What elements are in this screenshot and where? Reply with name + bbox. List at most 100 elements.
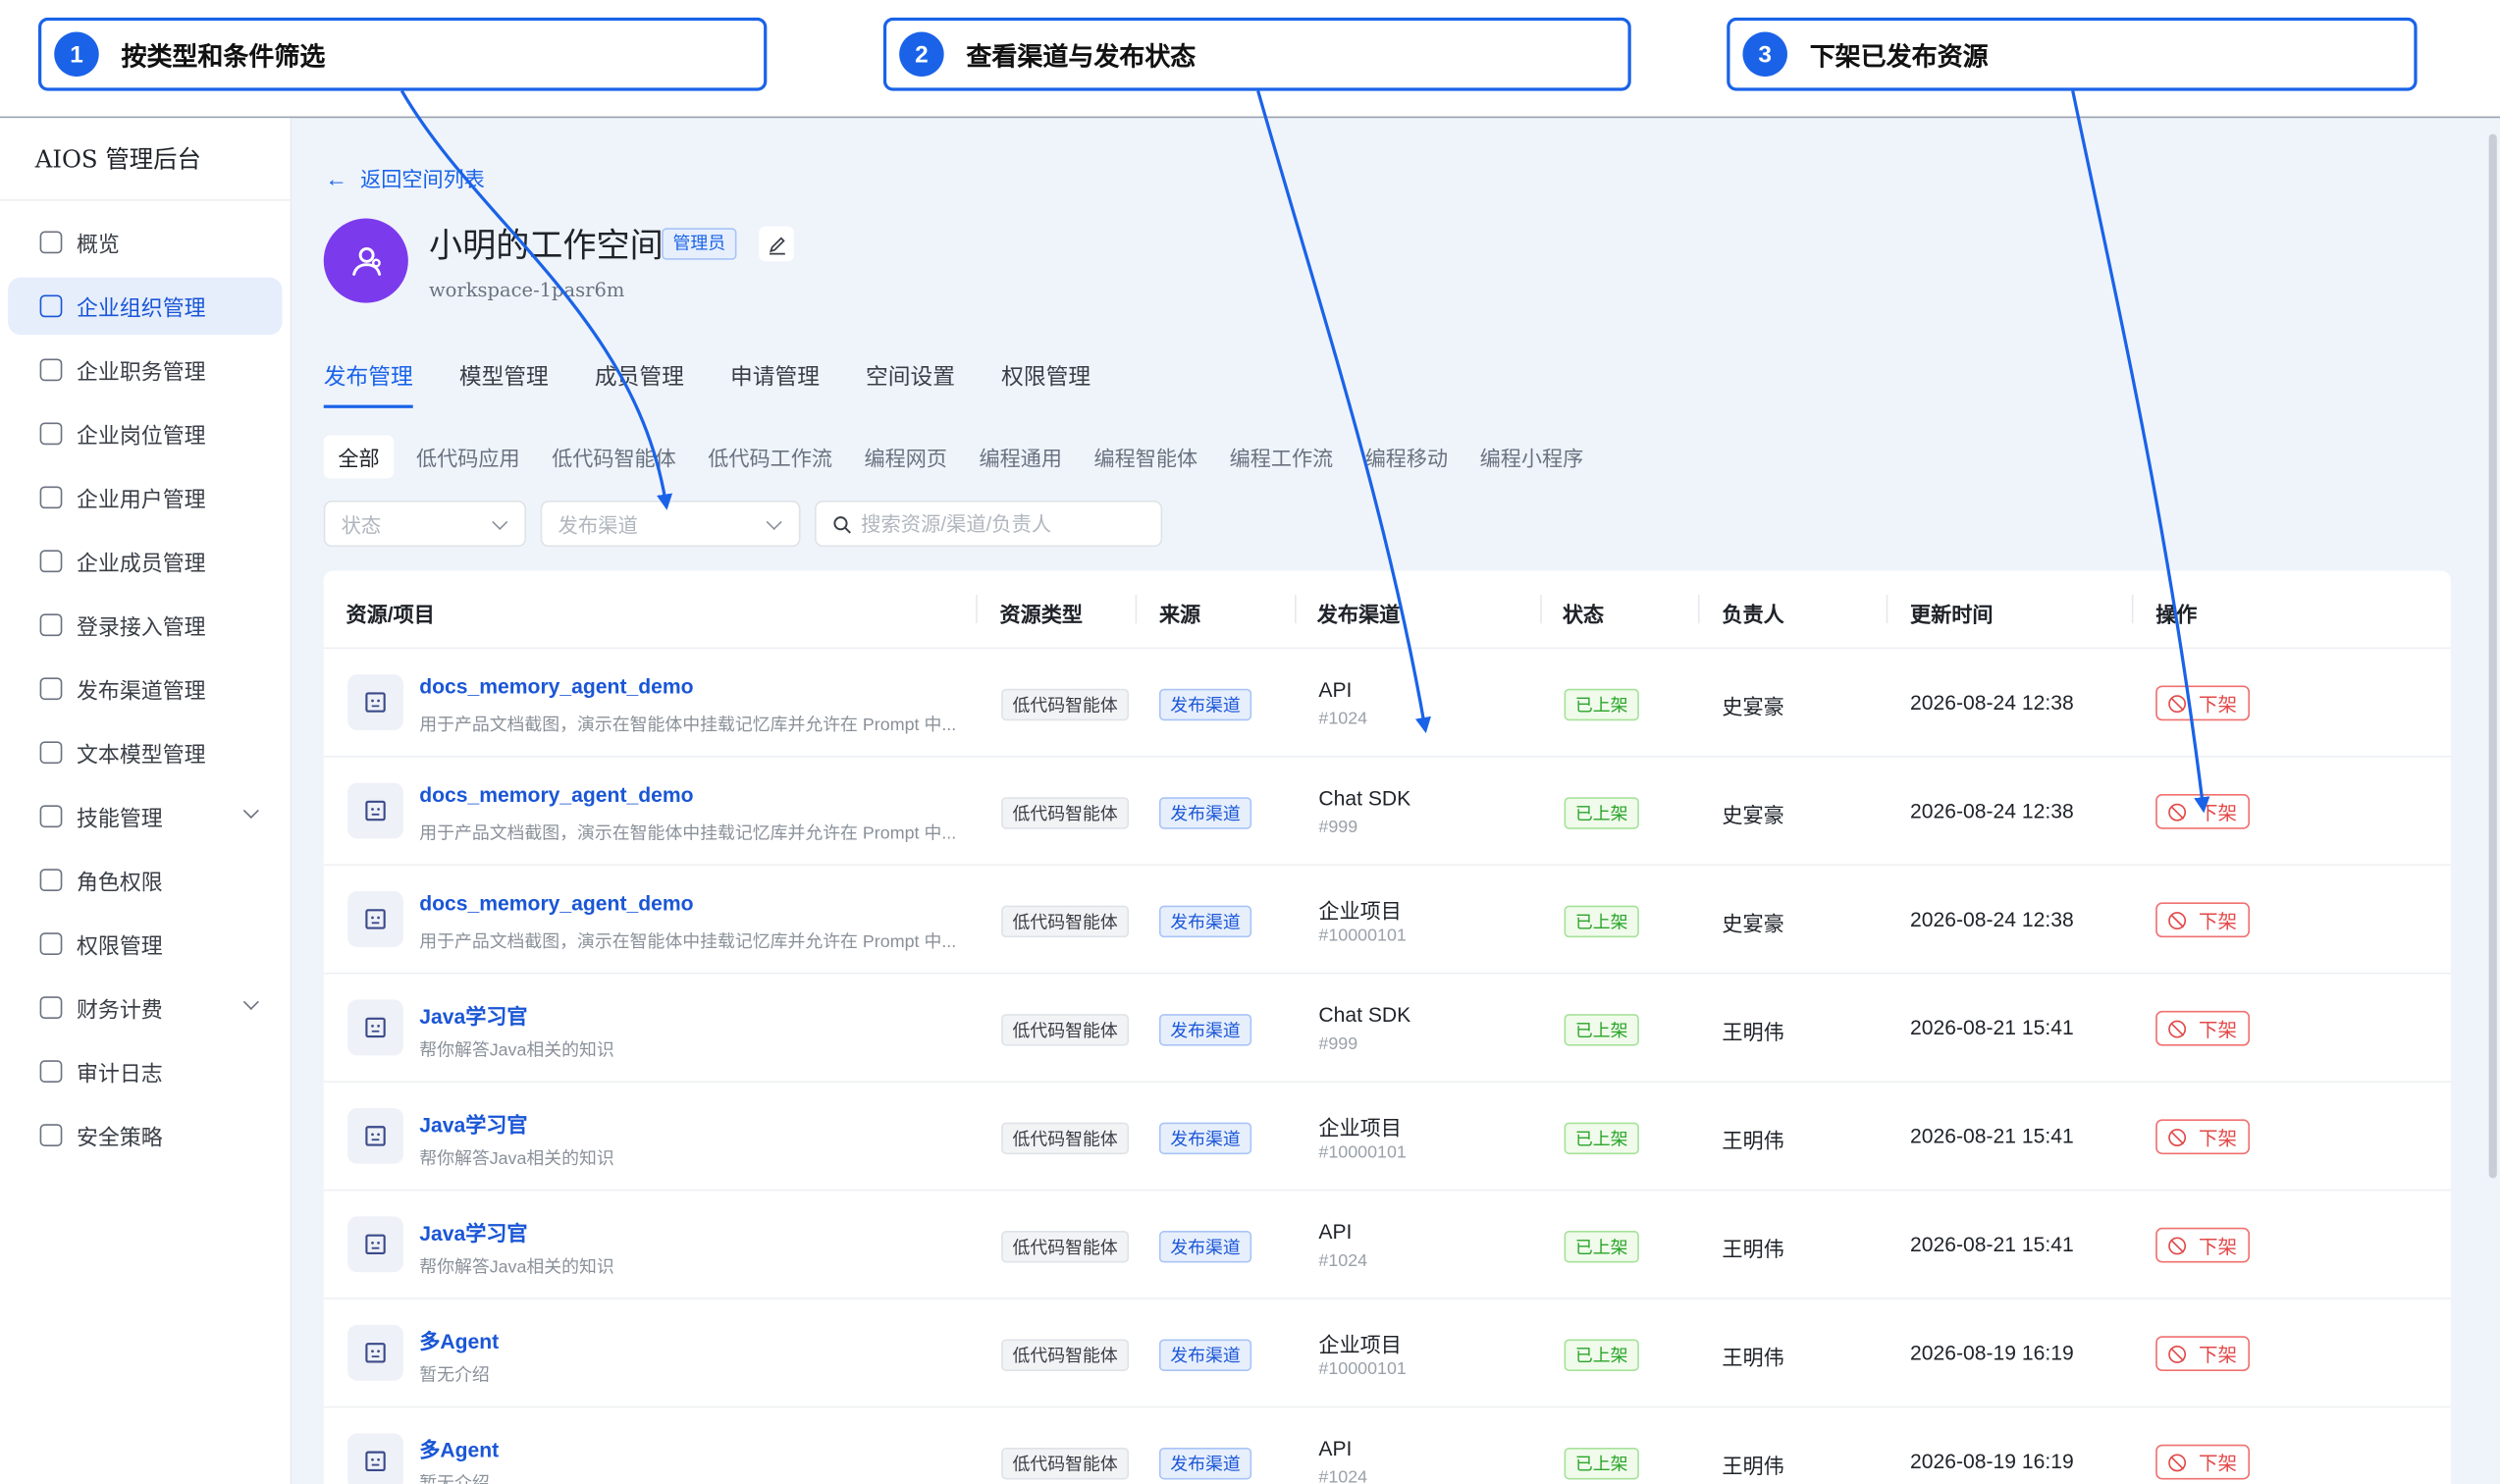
subtab-1[interactable]: 低代码应用 — [416, 442, 520, 472]
sidebar-item-label: 权限管理 — [76, 933, 163, 959]
channel-id: #1024 — [1318, 1251, 1368, 1271]
dashboard-icon — [39, 231, 63, 254]
sidebar-item-label: 角色权限 — [76, 870, 163, 895]
status-badge: 已上架 — [1564, 1447, 1639, 1480]
subtab-2[interactable]: 低代码智能体 — [552, 442, 676, 472]
resource-description: 用于产品文档截图，演示在智能体中挂载记忆库并允许在 Prompt 中... — [419, 716, 957, 735]
source-tag: 发布渠道 — [1158, 688, 1252, 721]
sidebar-item-8[interactable]: 文本模型管理 — [8, 723, 282, 780]
sidebar-item-14[interactable]: 安全策略 — [8, 1106, 282, 1163]
vertical-scrollbar[interactable] — [2488, 133, 2497, 1179]
users-icon — [39, 550, 63, 573]
column-divider — [1540, 594, 1542, 624]
subtab-3[interactable]: 低代码工作流 — [708, 442, 832, 472]
ban-icon — [2168, 802, 2187, 821]
sidebar-item-7[interactable]: 发布渠道管理 — [8, 661, 282, 717]
unpublish-button[interactable]: 下架 — [2155, 1336, 2251, 1371]
table-row: Java学习官 帮你解答Java相关的知识 低代码智能体 发布渠道 Chat SDK #9… — [323, 975, 2451, 1083]
sidebar-item-3[interactable]: 企业岗位管理 — [8, 405, 282, 462]
sidebar-item-6[interactable]: 登录接入管理 — [8, 597, 282, 654]
search-input[interactable] — [861, 512, 1148, 535]
chevron-down-icon — [242, 993, 259, 1010]
resource-name-link[interactable]: Java学习官 — [419, 999, 527, 1030]
owner-name: 王明伟 — [1722, 1237, 1784, 1261]
workspace-title: 小明的工作空间 — [428, 226, 664, 265]
shield-icon — [39, 869, 63, 892]
status-select[interactable]: 状态 — [323, 501, 527, 548]
document-icon — [39, 422, 63, 446]
subtab-7[interactable]: 编程工作流 — [1230, 442, 1334, 472]
sidebar-item-13[interactable]: 审计日志 — [8, 1042, 282, 1099]
resource-description: 帮你解答Java相关的知识 — [419, 1257, 614, 1278]
owner-name: 王明伟 — [1722, 1129, 1784, 1153]
tab-4[interactable]: 空间设置 — [866, 357, 955, 408]
agent-icon — [347, 1216, 403, 1273]
key-icon — [39, 932, 63, 956]
sidebar-item-9[interactable]: 技能管理 — [8, 787, 282, 844]
resource-type-tag: 低代码智能体 — [1001, 797, 1130, 829]
table-body: docs_memory_agent_demo 用于产品文档截图，演示在智能体中挂载… — [323, 649, 2451, 1484]
ban-icon — [2168, 1236, 2187, 1254]
unpublish-button[interactable]: 下架 — [2155, 1444, 2251, 1480]
status-badge: 已上架 — [1564, 1122, 1639, 1155]
channel-name: API — [1318, 1436, 1353, 1460]
step-1-text: 按类型和条件筛选 — [121, 44, 326, 73]
channel-select[interactable]: 发布渠道 — [540, 501, 801, 548]
unpublish-button[interactable]: 下架 — [2155, 1010, 2251, 1046]
sidebar-item-12[interactable]: 财务计费 — [8, 979, 282, 1035]
subtab-8[interactable]: 编程移动 — [1365, 442, 1448, 472]
tab-1[interactable]: 模型管理 — [459, 357, 549, 408]
resource-name-link[interactable]: Java学习官 — [419, 1108, 527, 1139]
channel-id: #999 — [1318, 818, 1358, 837]
resource-name-link[interactable]: docs_memory_agent_demo — [419, 891, 693, 915]
resource-name-link[interactable]: docs_memory_agent_demo — [419, 783, 693, 807]
unpublish-button[interactable]: 下架 — [2155, 685, 2251, 721]
step-3-text: 下架已发布资源 — [1809, 44, 1989, 73]
unpublish-button[interactable]: 下架 — [2155, 902, 2251, 938]
unpublish-button[interactable]: 下架 — [2155, 793, 2251, 829]
subtab-9[interactable]: 编程小程序 — [1480, 442, 1584, 472]
table-row: Java学习官 帮你解答Java相关的知识 低代码智能体 发布渠道 API #1024 已上… — [323, 1191, 2451, 1299]
resource-name-link[interactable]: 多Agent — [419, 1433, 499, 1463]
updated-time: 2026-08-21 15:41 — [1910, 1232, 2074, 1257]
sidebar-item-2[interactable]: 企业职务管理 — [8, 342, 282, 398]
channel-id: #999 — [1318, 1034, 1358, 1054]
subtab-6[interactable]: 编程智能体 — [1093, 442, 1197, 472]
table-header: 资源/项目 资源类型 来源 发布渠道 状态 负责人 更新时间 操作 — [323, 571, 2451, 650]
tab-5[interactable]: 权限管理 — [1001, 357, 1090, 408]
sidebar-item-10[interactable]: 角色权限 — [8, 851, 282, 908]
edit-icon — [769, 236, 785, 254]
subtab-0[interactable]: 全部 — [323, 435, 395, 479]
channel-select-placeholder: 发布渠道 — [558, 514, 638, 538]
tab-2[interactable]: 成员管理 — [595, 357, 684, 408]
resource-name-link[interactable]: 多Agent — [419, 1325, 499, 1355]
sidebar-item-11[interactable]: 权限管理 — [8, 915, 282, 972]
edit-workspace-button[interactable] — [759, 226, 794, 262]
agent-icon — [347, 782, 403, 839]
back-to-space-list-link[interactable]: ← 返回空间列表 — [325, 163, 484, 193]
subtab-5[interactable]: 编程通用 — [980, 442, 1062, 472]
unpublish-button[interactable]: 下架 — [2155, 1119, 2251, 1155]
resource-type-tag: 低代码智能体 — [1001, 1014, 1130, 1046]
resource-description: 帮你解答Java相关的知识 — [419, 1040, 614, 1061]
updated-time: 2026-08-21 15:41 — [1910, 1124, 2074, 1148]
sidebar-item-5[interactable]: 企业成员管理 — [8, 533, 282, 590]
chevron-down-icon — [766, 513, 782, 531]
subtab-4[interactable]: 编程网页 — [865, 442, 947, 472]
sidebar-item-1[interactable]: 企业组织管理 — [8, 277, 283, 336]
tab-3[interactable]: 申请管理 — [730, 357, 820, 408]
sidebar-item-label: 登录接入管理 — [76, 615, 206, 640]
resource-name-link[interactable]: docs_memory_agent_demo — [419, 674, 693, 698]
column-divider — [1697, 594, 1700, 624]
ban-icon — [2168, 1019, 2187, 1037]
back-label: 返回空间列表 — [360, 167, 485, 191]
sidebar-item-0[interactable]: 概览 — [8, 214, 282, 271]
tab-0[interactable]: 发布管理 — [323, 357, 413, 408]
resource-name-link[interactable]: Java学习官 — [419, 1216, 527, 1246]
sidebar-item-4[interactable]: 企业用户管理 — [8, 469, 282, 526]
step-2-number: 2 — [899, 31, 944, 77]
unpublish-label: 下架 — [2199, 1343, 2238, 1366]
workspace-tabs: 发布管理 模型管理 成员管理 申请管理 空间设置 权限管理 — [323, 357, 1137, 408]
unpublish-button[interactable]: 下架 — [2155, 1227, 2251, 1263]
column-divider — [2131, 594, 2134, 624]
